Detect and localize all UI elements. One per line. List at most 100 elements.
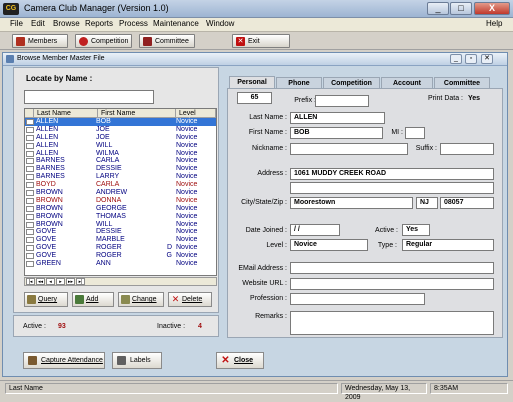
- nickname-field[interactable]: [290, 143, 408, 155]
- menu-file[interactable]: File: [10, 19, 23, 28]
- nav-first-button[interactable]: |◂: [26, 278, 35, 285]
- city-field[interactable]: Moorestown: [290, 197, 413, 209]
- suffix-field[interactable]: [440, 143, 494, 155]
- prefix-field[interactable]: [315, 95, 369, 107]
- child-minimize-button[interactable]: _: [450, 54, 462, 64]
- row-checkbox[interactable]: [26, 142, 34, 149]
- email-field[interactable]: [290, 262, 494, 274]
- mi-field[interactable]: [405, 127, 425, 139]
- committee-button[interactable]: Committee: [139, 34, 195, 48]
- tab-committee[interactable]: Committee: [434, 77, 490, 88]
- row-checkbox[interactable]: [26, 126, 34, 133]
- active-field[interactable]: Yes: [402, 224, 430, 236]
- row-checkbox[interactable]: [26, 253, 34, 260]
- close-button[interactable]: ✕ Close: [216, 352, 264, 369]
- menu-process[interactable]: Process: [119, 19, 148, 28]
- nav-prev-button[interactable]: ◂: [46, 278, 55, 285]
- profession-field[interactable]: [290, 293, 425, 305]
- row-checkbox[interactable]: [26, 229, 34, 236]
- change-button[interactable]: Change: [118, 292, 164, 307]
- tab-phone[interactable]: Phone: [276, 77, 322, 88]
- table-row[interactable]: GOVE ROGER D Novice: [25, 244, 216, 252]
- table-row[interactable]: BROWN ANDREW Novice: [25, 189, 216, 197]
- query-button[interactable]: Query: [24, 292, 68, 307]
- table-row[interactable]: BARNES LARRY Novice: [25, 173, 216, 181]
- grid-header-last[interactable]: Last Name: [34, 109, 98, 117]
- tab-account[interactable]: Account: [381, 77, 433, 88]
- zip-field[interactable]: 08057: [440, 197, 494, 209]
- row-checkbox[interactable]: [26, 261, 34, 268]
- table-row[interactable]: BOYD CARLA Novice: [25, 181, 216, 189]
- row-checkbox[interactable]: [26, 150, 34, 157]
- cell-level: Novice: [176, 157, 198, 165]
- row-checkbox[interactable]: [26, 182, 34, 189]
- minimize-button[interactable]: _: [427, 2, 449, 15]
- menu-browse[interactable]: Browse: [53, 19, 80, 28]
- labels-button[interactable]: Labels: [112, 352, 162, 369]
- locate-input[interactable]: [24, 90, 154, 104]
- row-checkbox[interactable]: [26, 205, 34, 212]
- level-field[interactable]: Novice: [290, 239, 368, 251]
- maximize-button[interactable]: □: [450, 2, 472, 15]
- nav-next-page-button[interactable]: ▸▸: [66, 278, 75, 285]
- delete-button[interactable]: ✕ Delete: [168, 292, 212, 307]
- row-checkbox[interactable]: [26, 197, 34, 204]
- nav-prev-page-button[interactable]: ◂◂: [36, 278, 45, 285]
- child-restore-button[interactable]: ▫: [465, 54, 477, 64]
- table-row[interactable]: ALLEN WILMA Novice: [25, 150, 216, 158]
- grid-header-first[interactable]: First Name: [98, 109, 176, 117]
- first-name-field[interactable]: BOB: [290, 127, 383, 139]
- table-row[interactable]: GOVE MARBLE Novice: [25, 236, 216, 244]
- member-grid[interactable]: Last Name First Name Level ALLEN BOB Novic…: [24, 108, 217, 276]
- table-row[interactable]: ALLEN BOB Novice: [25, 118, 216, 126]
- type-field[interactable]: Regular: [402, 239, 494, 251]
- nav-last-button[interactable]: ▸|: [76, 278, 85, 285]
- menu-reports[interactable]: Reports: [85, 19, 113, 28]
- nav-next-button[interactable]: ▸: [56, 278, 65, 285]
- table-row[interactable]: ALLEN WILL Novice: [25, 142, 216, 150]
- table-row[interactable]: BROWN WILL Novice: [25, 221, 216, 229]
- capture-attendance-button[interactable]: Capture Attendance: [23, 352, 105, 369]
- table-row[interactable]: ALLEN JOE Novice: [25, 126, 216, 134]
- address-line1-field[interactable]: 1061 MUDDY CREEK ROAD: [290, 168, 494, 180]
- menu-window[interactable]: Window: [206, 19, 234, 28]
- website-field[interactable]: [290, 278, 494, 290]
- exit-button[interactable]: ✕ Exit: [232, 34, 290, 48]
- row-checkbox[interactable]: [26, 174, 34, 181]
- state-field[interactable]: NJ: [416, 197, 438, 209]
- table-row[interactable]: BARNES DESSIE Novice: [25, 165, 216, 173]
- table-row[interactable]: ALLEN JOE Novice: [25, 134, 216, 142]
- child-close-button[interactable]: ✕: [481, 54, 493, 64]
- table-row[interactable]: BARNES CARLA Novice: [25, 157, 216, 165]
- row-checkbox[interactable]: [26, 134, 34, 141]
- add-button[interactable]: Add: [72, 292, 114, 307]
- table-row[interactable]: BROWN GEORGE Novice: [25, 205, 216, 213]
- table-row[interactable]: GOVE DESSIE Novice: [25, 228, 216, 236]
- last-name-field[interactable]: ALLEN: [290, 112, 385, 124]
- member-id-field[interactable]: 65: [237, 92, 272, 104]
- address-line2-field[interactable]: [290, 182, 494, 194]
- table-row[interactable]: BROWN DONNA Novice: [25, 197, 216, 205]
- row-checkbox[interactable]: [26, 158, 34, 165]
- close-window-button[interactable]: X: [474, 2, 510, 15]
- row-checkbox[interactable]: [26, 213, 34, 220]
- row-checkbox[interactable]: [26, 190, 34, 197]
- members-button[interactable]: Members: [12, 34, 68, 48]
- row-checkbox[interactable]: [26, 119, 34, 125]
- table-row[interactable]: BROWN THOMAS Novice: [25, 213, 216, 221]
- table-row[interactable]: GOVE ROGER G Novice: [25, 252, 216, 260]
- menu-maintenance[interactable]: Maintenance: [153, 19, 199, 28]
- date-joined-field[interactable]: / /: [290, 224, 340, 236]
- table-row[interactable]: GREEN ANN Novice: [25, 260, 216, 268]
- menu-help[interactable]: Help: [486, 19, 502, 28]
- row-checkbox[interactable]: [26, 166, 34, 173]
- row-checkbox[interactable]: [26, 237, 34, 244]
- tab-competition[interactable]: Competition: [323, 77, 380, 88]
- remarks-field[interactable]: [290, 311, 494, 335]
- row-checkbox[interactable]: [26, 221, 34, 228]
- tab-personal[interactable]: Personal: [229, 76, 275, 88]
- grid-header-level[interactable]: Level: [176, 109, 216, 117]
- row-checkbox[interactable]: [26, 245, 34, 252]
- competition-button[interactable]: Competition: [75, 34, 132, 48]
- menu-edit[interactable]: Edit: [31, 19, 45, 28]
